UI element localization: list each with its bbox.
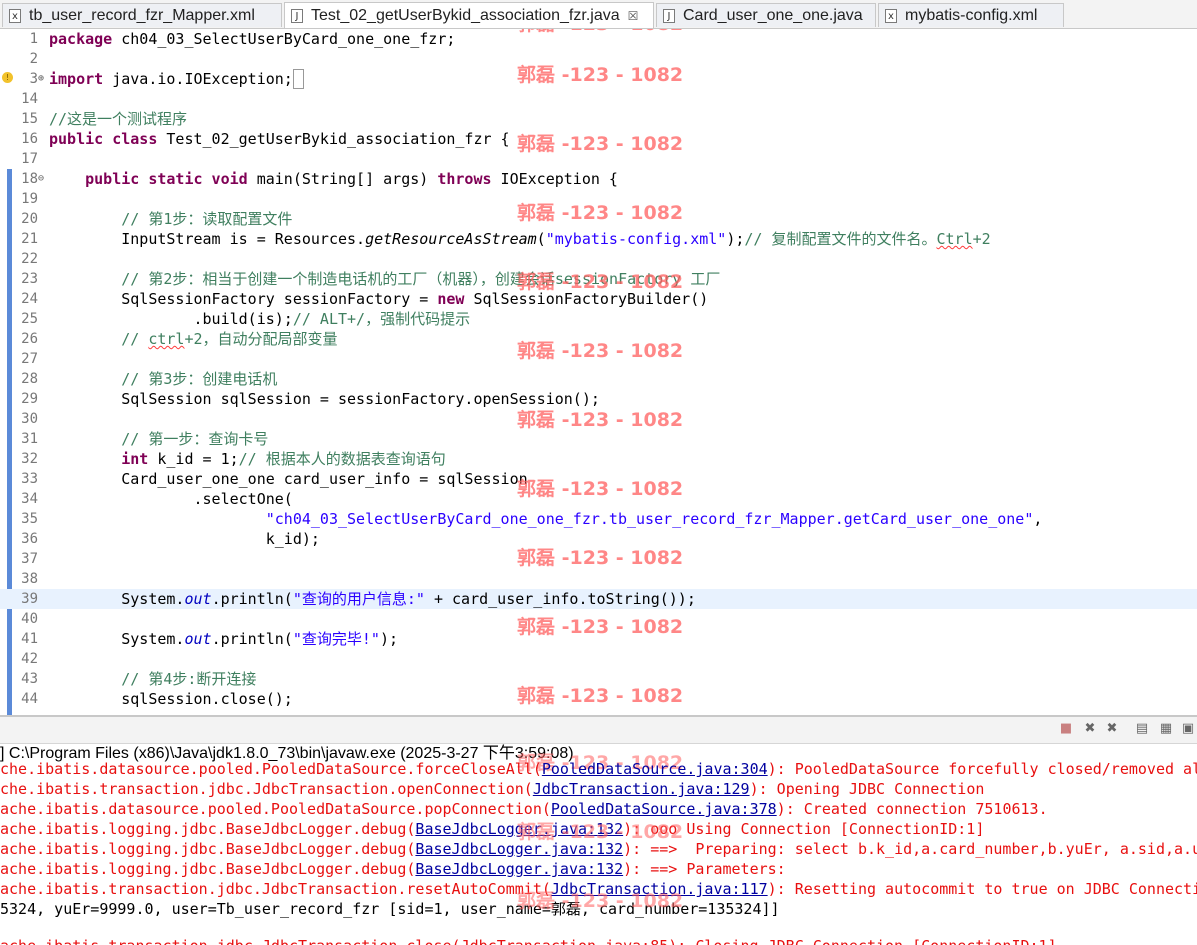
code-line[interactable]: 2 (0, 49, 1197, 69)
console-toolbar: ■ ✖ ✖ ▤ ▦ ▣ (0, 717, 1197, 744)
close-tab-icon[interactable]: ☒ (628, 9, 639, 23)
console-line: ache.ibatis.datasource.pooled.PooledData… (0, 800, 1048, 818)
code-line[interactable]: 20 // 第1步：读取配置文件 (0, 209, 1197, 229)
code-line[interactable]: 31 // 第一步：查询卡号 (0, 429, 1197, 449)
code-editor[interactable]: 1 package ch04_03_SelectUserByCard_one_on… (0, 29, 1197, 715)
code-line[interactable]: 44 sqlSession.close(); (0, 689, 1197, 709)
code-line[interactable]: 22 (0, 249, 1197, 269)
code-line[interactable]: 36 k_id); (0, 529, 1197, 549)
stack-link[interactable]: BaseJdbcLogger.java:132 (415, 860, 623, 878)
fold-collapse-icon[interactable]: ⊖ (38, 169, 44, 189)
stack-link[interactable]: BaseJdbcLogger.java:132 (415, 840, 623, 858)
fold-expand-icon[interactable]: ⊕ (38, 69, 44, 89)
tab-test-java[interactable]: J Test_02_getUserBykid_association_fzr.j… (284, 2, 654, 28)
code-line[interactable]: 27 (0, 349, 1197, 369)
code-line[interactable]: 14 (0, 89, 1197, 109)
code-line[interactable]: 23 // 第2步：相当于创建一个制造电话机的工厂（机器），创建会话sessio… (0, 269, 1197, 289)
code-line[interactable]: 24 SqlSessionFactory sessionFactory = ne… (0, 289, 1197, 309)
code-line[interactable]: 19 (0, 189, 1197, 209)
console-line: che.ibatis.transaction.jdbc.JdbcTransact… (0, 780, 985, 798)
code-line[interactable]: 40 (0, 609, 1197, 629)
code-line[interactable]: 29 SqlSession sqlSession = sessionFactor… (0, 389, 1197, 409)
current-code-line[interactable]: 39 System.out.println("查询的用户信息:" + card_… (0, 589, 1197, 609)
console-line: ache.ibatis.transaction.jdbc.JdbcTransac… (0, 936, 1057, 945)
stack-link[interactable]: PooledDataSource.java:304 (542, 760, 768, 778)
code-line[interactable]: ! 3 ⊕ import java.io.IOException; (0, 69, 1197, 89)
clear-console-icon[interactable]: ▤ (1134, 721, 1150, 737)
tab-mybatis-config[interactable]: x mybatis-config.xml (878, 3, 1064, 27)
code-line[interactable]: 30 (0, 409, 1197, 429)
tab-mapper-xml[interactable]: x tb_user_record_fzr_Mapper.xml (2, 3, 282, 27)
console-line: ache.ibatis.logging.jdbc.BaseJdbcLogger.… (0, 820, 985, 838)
tab-label: mybatis-config.xml (905, 6, 1038, 24)
tab-card-java[interactable]: J Card_user_one_one.java (656, 3, 876, 27)
code-line[interactable]: 38 (0, 569, 1197, 589)
console-line: che.ibatis.datasource.pooled.PooledDataS… (0, 760, 1197, 778)
xml-file-icon: x (9, 8, 21, 23)
stack-link[interactable]: JdbcTransaction.java:129 (533, 780, 750, 798)
code-line[interactable]: 16 public class Test_02_getUserBykid_asso… (0, 129, 1197, 149)
stack-link[interactable]: PooledDataSource.java:378 (551, 800, 777, 818)
console-output-line: 5324, yuEr=9999.0, user=Tb_user_record_f… (0, 900, 780, 918)
code-line[interactable]: 34 .selectOne( (0, 489, 1197, 509)
code-line[interactable]: 35 "ch04_03_SelectUserByCard_one_one_fzr… (0, 509, 1197, 529)
tab-label: Test_02_getUserBykid_association_fzr.jav… (311, 6, 620, 24)
stack-link[interactable]: JdbcTransaction.java:117 (551, 880, 768, 898)
code-line[interactable]: 42 (0, 649, 1197, 669)
stack-link[interactable]: BaseJdbcLogger.java:132 (415, 820, 623, 838)
console-line: ache.ibatis.transaction.jdbc.JdbcTransac… (0, 880, 1197, 898)
code-line[interactable]: 26 // ctrl+2，自动分配局部变量 (0, 329, 1197, 349)
code-line[interactable]: 25 .build(is);// ALT+/，强制代码提示 (0, 309, 1197, 329)
java-file-icon: J (663, 8, 675, 23)
code-line[interactable]: 43 // 第4步:断开连接 (0, 669, 1197, 689)
editor-tab-bar: x tb_user_record_fzr_Mapper.xml J Test_0… (0, 0, 1197, 29)
code-line[interactable]: 21 InputStream is = Resources.getResourc… (0, 229, 1197, 249)
code-line[interactable]: 17 (0, 149, 1197, 169)
xml-file-icon: x (885, 8, 897, 23)
terminate-icon[interactable]: ■ (1058, 721, 1074, 737)
pin-console-icon[interactable]: ▣ (1180, 721, 1196, 737)
code-line[interactable]: 32 int k_id = 1;// 根据本人的数据表查询语句 (0, 449, 1197, 469)
console-line: ache.ibatis.logging.jdbc.BaseJdbcLogger.… (0, 860, 786, 878)
java-file-icon: J (291, 8, 303, 23)
code-line[interactable]: 28 // 第3步：创建电话机 (0, 369, 1197, 389)
scroll-lock-icon[interactable]: ▦ (1158, 721, 1174, 737)
code-line[interactable]: 33 Card_user_one_one card_user_info = sq… (0, 469, 1197, 489)
tab-label: tb_user_record_fzr_Mapper.xml (29, 6, 255, 24)
code-line[interactable]: 18 ⊖ public static void main(String[] arg… (0, 169, 1197, 189)
remove-launch-icon[interactable]: ✖ (1082, 721, 1098, 737)
code-line[interactable]: 37 (0, 549, 1197, 569)
remove-all-launches-icon[interactable]: ✖ (1104, 721, 1120, 737)
console-line: ache.ibatis.logging.jdbc.BaseJdbcLogger.… (0, 840, 1197, 858)
code-line[interactable]: 15//这是一个测试程序 (0, 109, 1197, 129)
code-line[interactable]: 41 System.out.println("查询完毕!"); (0, 629, 1197, 649)
console-output[interactable]: ] C:\Program Files (x86)\Java\jdk1.8.0_7… (0, 744, 1197, 945)
code-line[interactable]: 1 package ch04_03_SelectUserByCard_one_on… (0, 29, 1197, 49)
tab-label: Card_user_one_one.java (683, 6, 863, 24)
